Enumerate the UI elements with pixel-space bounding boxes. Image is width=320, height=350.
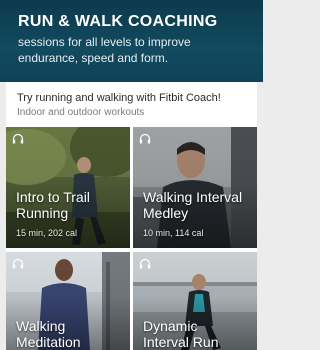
workout-card-dynamic-interval-run[interactable]: Dynamic Interval Run (133, 252, 257, 350)
workout-card-walking-interval-medley[interactable]: Walking Interval Medley 10 min, 114 cal (133, 127, 257, 248)
page-subtitle: sessions for all levels to improve endur… (18, 34, 249, 66)
headphones-icon (12, 133, 24, 144)
promo-headline: Try running and walking with Fitbit Coac… (17, 92, 221, 104)
promo-subtext: Indoor and outdoor workouts (17, 107, 145, 118)
headphones-icon (12, 258, 24, 269)
workout-meta: 15 min, 202 cal (16, 228, 78, 238)
workout-title: Dynamic Interval Run (143, 318, 218, 350)
workout-card-intro-to-trail-running[interactable]: Intro to Trail Running 15 min, 202 cal (6, 127, 130, 248)
workout-title: Intro to Trail Running (16, 189, 90, 221)
workout-title: Walking Meditation (16, 318, 81, 350)
promo-banner[interactable]: Try running and walking with Fitbit Coac… (6, 82, 257, 126)
workout-title-line: Walking Interval (143, 189, 243, 205)
workout-title-line: Medley (143, 205, 189, 221)
workout-meta: 10 min, 114 cal (143, 228, 204, 238)
headphones-icon (139, 133, 151, 144)
workout-title: Walking Interval Medley (143, 189, 242, 221)
subtitle-line: sessions for all levels to improve (18, 35, 191, 49)
subtitle-line: endurance, speed and form. (18, 51, 169, 65)
workout-title-line: Meditation (16, 334, 81, 350)
workout-title-line: Walking (16, 318, 66, 334)
workout-title-line: Interval Run (143, 334, 219, 350)
workout-title-line: Intro to Trail (16, 189, 90, 205)
workout-title-line: Dynamic (143, 318, 198, 334)
workout-card-walking-meditation[interactable]: Walking Meditation (6, 252, 130, 350)
headphones-icon (139, 258, 151, 269)
workout-title-line: Running (16, 205, 69, 221)
page-title: RUN & WALK COACHING (18, 13, 218, 30)
header-banner: RUN & WALK COACHING sessions for all lev… (0, 0, 263, 82)
